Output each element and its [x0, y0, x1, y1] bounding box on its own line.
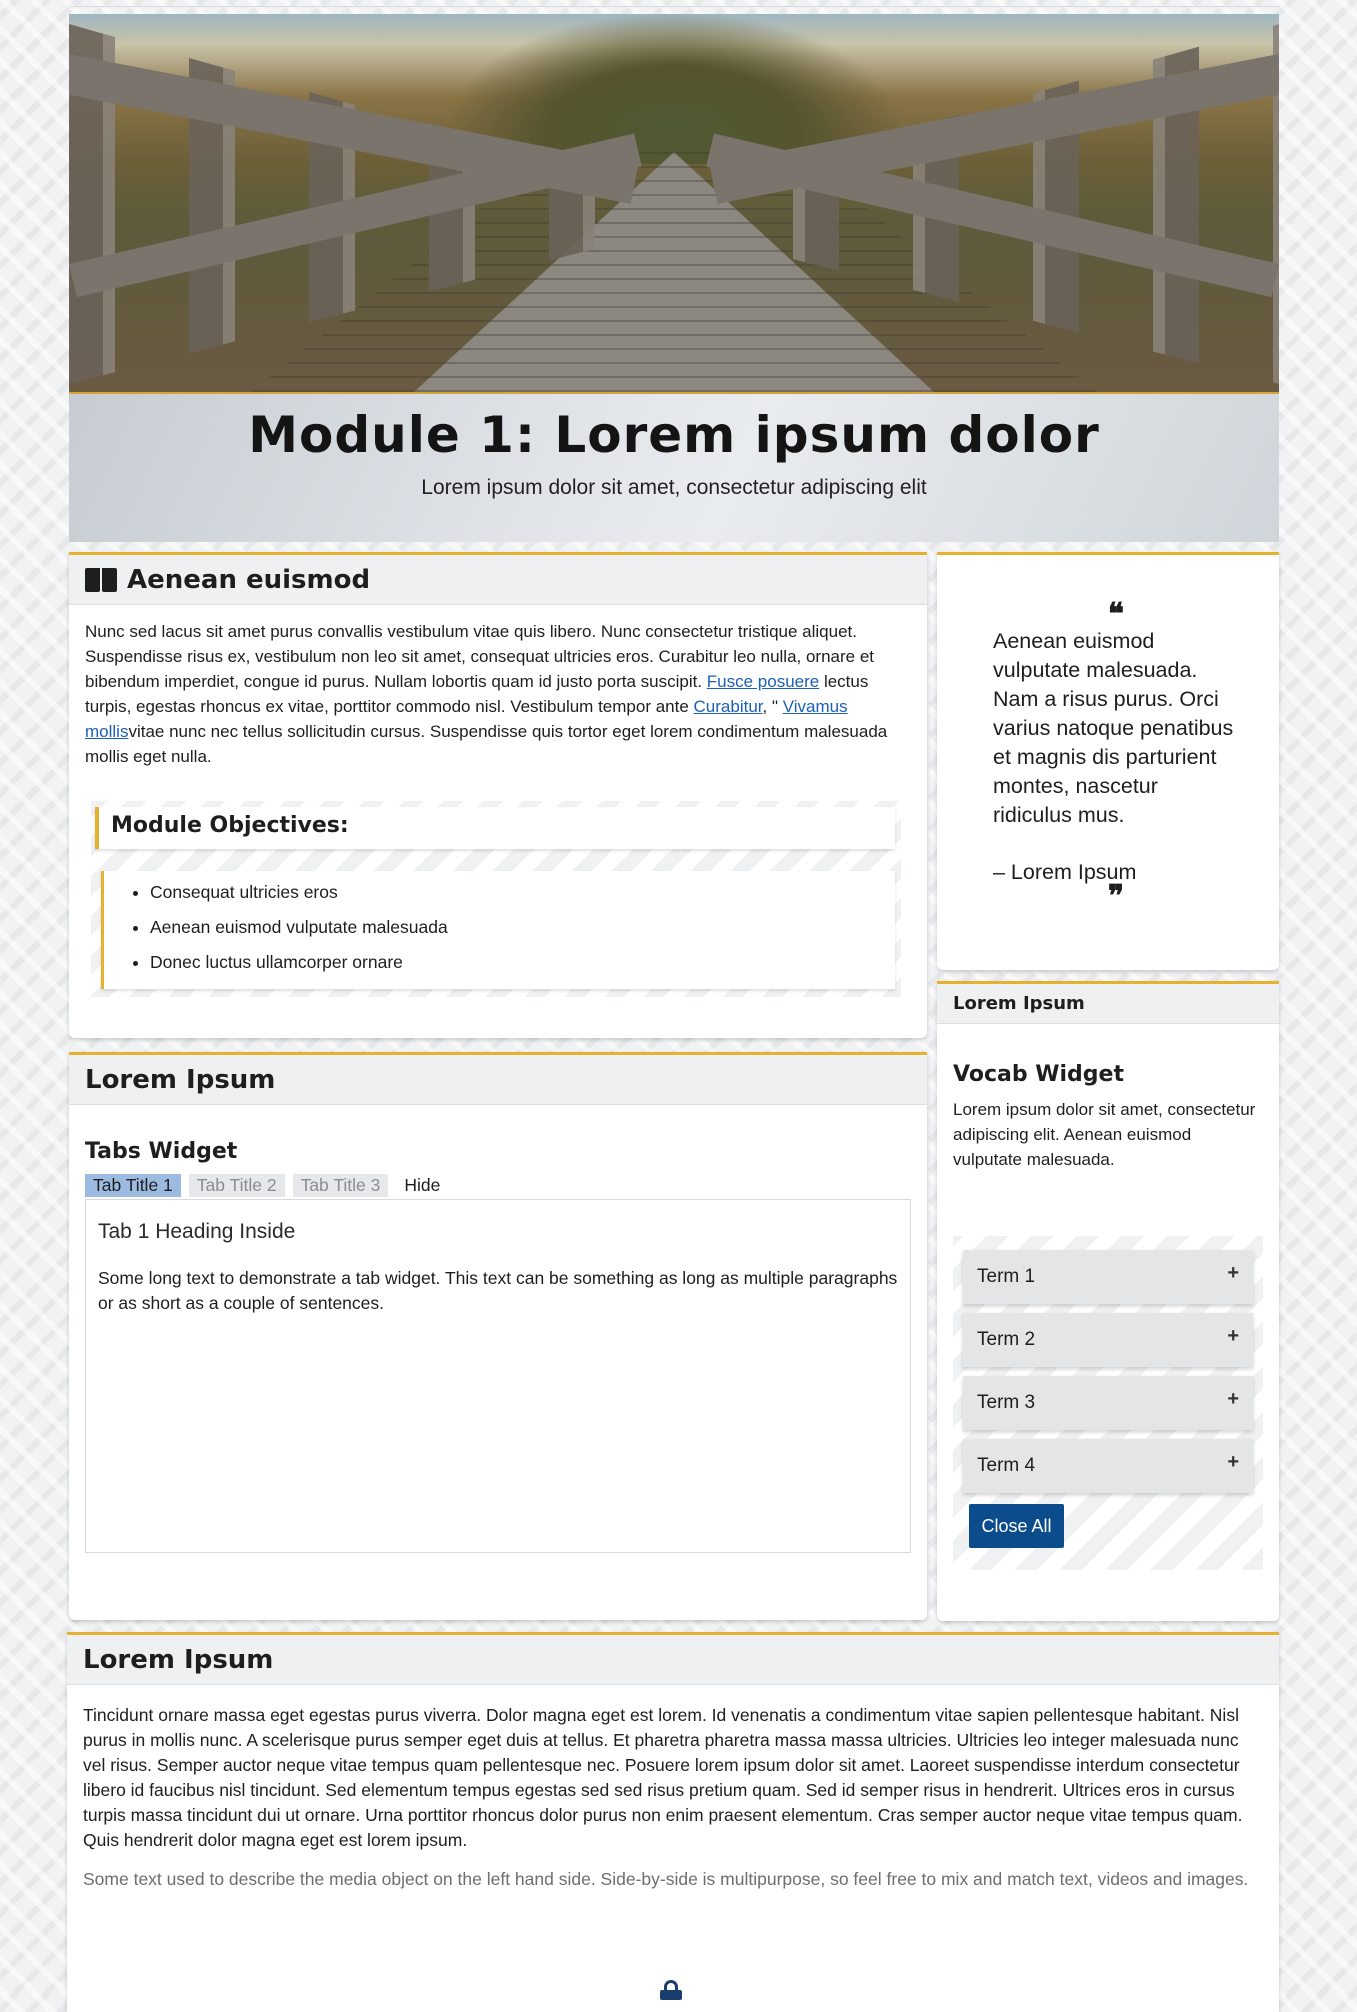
tabs-card-header: Lorem Ipsum [69, 1055, 927, 1105]
close-quote-icon: ❞ [1107, 879, 1125, 914]
vocab-accordion: Term 1 + Term 2 + Term 3 + Term 4 + Clos… [953, 1236, 1263, 1570]
tab-bar: Tab Title 1 Tab Title 2 Tab Title 3 Hide [69, 1164, 927, 1197]
term-4-toggle[interactable]: Term 4 + [963, 1439, 1253, 1493]
intro-paragraph: Nunc sed lacus sit amet purus convallis … [85, 622, 888, 766]
term-1-toggle[interactable]: Term 1 + [963, 1250, 1253, 1304]
list-item: Consequat ultricies eros [150, 875, 895, 910]
book-open-icon [85, 567, 117, 592]
plus-icon: + [1227, 1388, 1239, 1410]
objectives-list: Consequat ultricies eros Aenean euismod … [101, 871, 895, 989]
tab-panel-heading: Tab 1 Heading Inside [98, 1220, 296, 1243]
tab-panel-text: Some long text to demonstrate a tab widg… [98, 1268, 898, 1313]
tab-title-2[interactable]: Tab Title 2 [188, 1174, 285, 1197]
objectives-title: Module Objectives: [95, 807, 895, 849]
quote-text: Aenean euismod vulputate malesuada. Nam … [993, 629, 1234, 827]
list-item: Donec luctus ullamcorper ornare [150, 945, 895, 980]
tab-panel: Tab 1 Heading Inside Some long text to d… [85, 1199, 911, 1553]
open-quote-icon: ❝ [1107, 597, 1125, 632]
hide-tabs-button[interactable]: Hide [396, 1174, 448, 1197]
title-band: Module 1: Lorem ipsum dolor Lorem ipsum … [69, 392, 1279, 542]
page-subtitle: Lorem ipsum dolor sit amet, consectetur … [421, 476, 927, 499]
page: Module 1: Lorem ipsum dolor Lorem ipsum … [69, 14, 1279, 542]
media-caption: Some text used to describe the media obj… [83, 1869, 1249, 1889]
hero-image-boardwalk [69, 14, 1279, 392]
link-curabitur[interactable]: Curabitur [694, 697, 763, 716]
term-3-toggle[interactable]: Term 3 + [963, 1376, 1253, 1430]
vocab-card-header: Lorem Ipsum [937, 984, 1279, 1024]
link-fusce-posuere[interactable]: Fusce posuere [707, 672, 819, 691]
bottom-card-header: Lorem Ipsum [67, 1635, 1279, 1685]
tab-title-1[interactable]: Tab Title 1 [85, 1174, 181, 1197]
vocab-card: Lorem Ipsum Vocab Widget Lorem ipsum dol… [937, 981, 1279, 1621]
vocab-description: Lorem ipsum dolor sit amet, consectetur … [953, 1100, 1256, 1169]
objectives-box: Module Objectives: Consequat ultricies e… [91, 801, 901, 997]
vocab-title: Vocab Widget [953, 1062, 1124, 1087]
plus-icon: + [1227, 1262, 1239, 1284]
term-2-toggle[interactable]: Term 2 + [963, 1313, 1253, 1367]
plus-icon: + [1227, 1451, 1239, 1473]
top-divider [70, 6, 1280, 7]
intro-heading: Aenean euismod [127, 564, 371, 595]
tabs-card: Lorem Ipsum Tabs Widget Tab Title 1 Tab … [69, 1052, 927, 1620]
quote-card: ❝ Aenean euismod vulputate malesuada. Na… [937, 552, 1279, 970]
plus-icon: + [1227, 1325, 1239, 1347]
page-title: Module 1: Lorem ipsum dolor [248, 406, 1100, 464]
bottom-card: Lorem Ipsum Tincidunt ornare massa eget … [67, 1632, 1279, 2012]
intro-card: Aenean euismod Nunc sed lacus sit amet p… [69, 552, 927, 1038]
tabs-widget-title: Tabs Widget [85, 1139, 238, 1164]
list-item: Aenean euismod vulputate malesuada [150, 910, 895, 945]
intro-card-header: Aenean euismod [69, 555, 927, 605]
lock-icon [660, 1980, 682, 2000]
bottom-paragraph: Tincidunt ornare massa eget egestas puru… [83, 1705, 1243, 1850]
close-all-button[interactable]: Close All [969, 1504, 1064, 1548]
tab-title-3[interactable]: Tab Title 3 [292, 1174, 389, 1197]
